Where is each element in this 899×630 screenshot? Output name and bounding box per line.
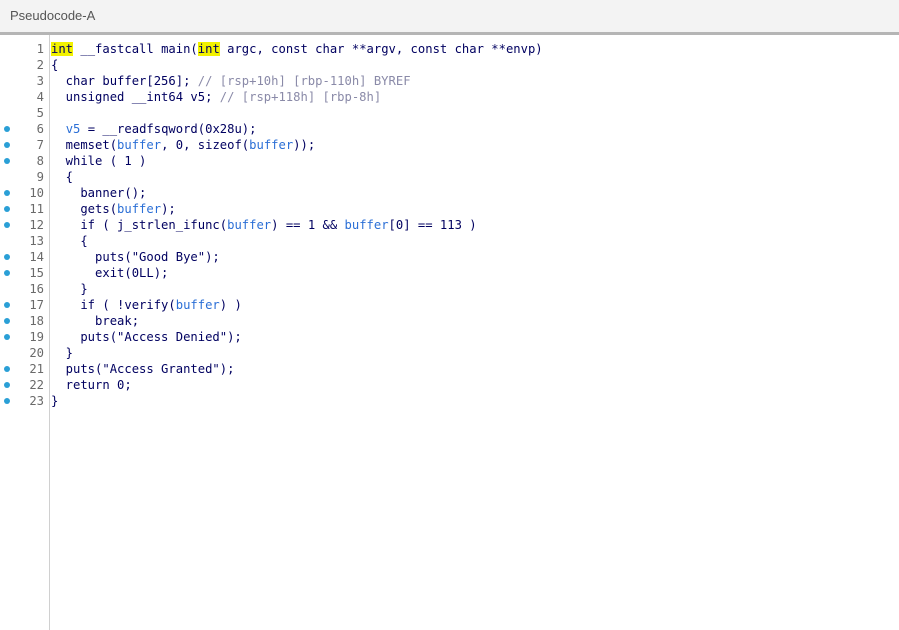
code-token: puts("Good Bye"); bbox=[51, 250, 220, 264]
keyword-highlight: int bbox=[51, 42, 74, 56]
line-number: 3 bbox=[36, 74, 44, 88]
tab-pseudocode-a[interactable]: Pseudocode-A bbox=[0, 0, 105, 32]
code-token: gets( bbox=[51, 202, 118, 216]
code-comment: // [rsp+118h] [rbp-8h] bbox=[219, 90, 382, 104]
line-number: 6 bbox=[36, 122, 44, 136]
line-number: 8 bbox=[36, 154, 44, 168]
code-text: break; bbox=[51, 313, 139, 329]
line-number: 1 bbox=[36, 42, 44, 56]
code-text: memset(buffer, 0, sizeof(buffer)); bbox=[51, 137, 316, 153]
line-number: 12 bbox=[29, 218, 44, 232]
code-token: ) == 1 && bbox=[271, 218, 345, 232]
code-token: ) ) bbox=[219, 298, 242, 312]
code-variable: buffer bbox=[117, 138, 162, 152]
code-text: banner(); bbox=[51, 185, 146, 201]
line-number: 10 bbox=[29, 186, 44, 200]
line-number: 14 bbox=[29, 250, 44, 264]
tab-strip: Pseudocode-A bbox=[0, 0, 899, 33]
code-text: gets(buffer); bbox=[51, 201, 176, 217]
line-number: 5 bbox=[36, 106, 44, 120]
code-token: break; bbox=[51, 314, 140, 328]
code-token: } bbox=[51, 346, 74, 360]
code-token: ); bbox=[161, 202, 176, 216]
code-text: char buffer[256]; // [rsp+10h] [rbp-110h… bbox=[51, 73, 411, 89]
code-token: banner(); bbox=[51, 186, 147, 200]
pseudocode-editor[interactable]: 1 int __fastcall main(int argc, const cha… bbox=[0, 35, 899, 630]
code-token: } bbox=[51, 394, 59, 408]
code-text: puts("Access Granted"); bbox=[51, 361, 235, 377]
code-text: v5 = __readfsqword(0x28u); bbox=[51, 121, 257, 137]
code-token: )); bbox=[293, 138, 316, 152]
code-token: , 0, sizeof( bbox=[161, 138, 250, 152]
line-number: 22 bbox=[29, 378, 44, 392]
code-token: puts("Access Granted"); bbox=[51, 362, 235, 376]
line-number: 9 bbox=[36, 170, 44, 184]
code-token: } bbox=[51, 282, 88, 296]
code-text: if ( !verify(buffer) ) bbox=[51, 297, 242, 313]
code-text: puts("Access Denied"); bbox=[51, 329, 242, 345]
line-number: 2 bbox=[36, 58, 44, 72]
line-number: 11 bbox=[29, 202, 44, 216]
code-token: { bbox=[51, 58, 59, 72]
line-number: 19 bbox=[29, 330, 44, 344]
code-variable: buffer bbox=[249, 138, 294, 152]
pseudocode-window: Pseudocode-A 1 int __fastcall main(int ar… bbox=[0, 0, 899, 630]
code-variable: buffer bbox=[117, 202, 162, 216]
line-number: 18 bbox=[29, 314, 44, 328]
line-number: 7 bbox=[36, 138, 44, 152]
code-text: { bbox=[51, 233, 88, 249]
line-number: 17 bbox=[29, 298, 44, 312]
code-text: } bbox=[51, 345, 73, 361]
code-token: [0] == 113 ) bbox=[388, 218, 477, 232]
code-text: } bbox=[51, 281, 88, 297]
code-token: if ( !verify( bbox=[51, 298, 176, 312]
code-variable: buffer bbox=[227, 218, 272, 232]
code-text: if ( j_strlen_ifunc(buffer) == 1 && buff… bbox=[51, 217, 477, 233]
code-token: unsigned __int64 v5; bbox=[51, 90, 220, 104]
code-text: { bbox=[51, 57, 58, 73]
code-token: return 0; bbox=[51, 378, 132, 392]
gutter-separator bbox=[49, 35, 50, 630]
code-text: return 0; bbox=[51, 377, 132, 393]
code-variable: buffer bbox=[344, 218, 389, 232]
code-token: __fastcall main( bbox=[73, 42, 198, 56]
line-number: 4 bbox=[36, 90, 44, 104]
code-variable: v5 bbox=[65, 122, 81, 136]
line-number: 13 bbox=[29, 234, 44, 248]
line-number: 21 bbox=[29, 362, 44, 376]
code-token: { bbox=[51, 234, 88, 248]
keyword-highlight: int bbox=[197, 42, 220, 56]
code-token: char buffer[256]; bbox=[51, 74, 198, 88]
code-text: while ( 1 ) bbox=[51, 153, 147, 169]
code-token: = __readfsqword(0x28u); bbox=[80, 122, 257, 136]
code-text: { bbox=[51, 169, 73, 185]
code-token: puts("Access Denied"); bbox=[51, 330, 242, 344]
code-comment: // [rsp+10h] [rbp-110h] BYREF bbox=[197, 74, 411, 88]
code-token: memset( bbox=[51, 138, 118, 152]
code-token: argc, const char **argv, const char **en… bbox=[219, 42, 543, 56]
code-text: unsigned __int64 v5; // [rsp+118h] [rbp-… bbox=[51, 89, 382, 105]
line-number: 16 bbox=[29, 282, 44, 296]
line-number: 15 bbox=[29, 266, 44, 280]
code-text: puts("Good Bye"); bbox=[51, 249, 220, 265]
code-token: if ( j_strlen_ifunc( bbox=[51, 218, 228, 232]
line-number: 23 bbox=[29, 394, 44, 408]
code-token: { bbox=[51, 170, 74, 184]
code-token: exit(0LL); bbox=[51, 266, 169, 280]
code-text: int __fastcall main(int argc, const char… bbox=[51, 41, 543, 57]
code-variable: buffer bbox=[175, 298, 220, 312]
line-number: 20 bbox=[29, 346, 44, 360]
code-text: } bbox=[51, 393, 58, 409]
code-token: while ( 1 ) bbox=[51, 154, 147, 168]
code-text: exit(0LL); bbox=[51, 265, 168, 281]
